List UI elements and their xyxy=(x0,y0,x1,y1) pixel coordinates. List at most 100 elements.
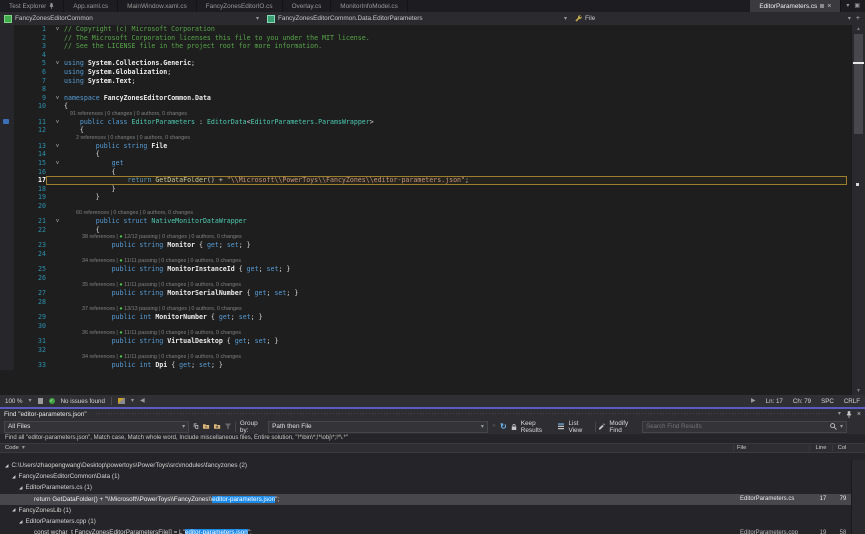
chevron-down-icon[interactable]: ▾ xyxy=(29,398,32,404)
codelens-line[interactable]: 60 references | 0 changes | 0 authors, 0… xyxy=(0,210,865,217)
glyph-margin[interactable] xyxy=(0,51,14,60)
tab-overlay-cs[interactable]: Overlay.cs xyxy=(283,0,332,12)
close-icon[interactable]: × xyxy=(827,3,831,10)
glyph-margin[interactable] xyxy=(0,25,14,34)
result-group-row[interactable]: ◢FancyZonesEditorCommon\Data (1) xyxy=(0,471,852,482)
keep-results-label[interactable]: Keep Results xyxy=(521,420,554,434)
code-line[interactable]: 24 xyxy=(0,250,865,259)
member-dropdown[interactable]: File xyxy=(571,12,689,25)
fold-chevron-icon[interactable]: v xyxy=(51,142,64,151)
code-editor[interactable]: 1v// Copyright (c) Microsoft Corporation… xyxy=(0,25,865,395)
glyph-margin[interactable] xyxy=(0,102,14,111)
glyph-margin[interactable] xyxy=(0,289,14,298)
scroll-down-icon[interactable]: ▼ xyxy=(852,388,865,394)
glyph-margin[interactable] xyxy=(0,34,14,43)
glyph-margin[interactable] xyxy=(0,176,14,185)
hscroll-left-icon[interactable]: ◀ xyxy=(140,398,145,404)
glyph-margin[interactable] xyxy=(0,193,14,202)
code-line[interactable]: 31 public string VirtualDesktop { get; s… xyxy=(0,337,865,346)
glyph-margin[interactable] xyxy=(0,77,14,86)
column-header-line[interactable]: Line xyxy=(809,445,832,451)
glyph-margin[interactable] xyxy=(0,185,14,194)
list-view-label[interactable]: List View xyxy=(568,420,590,434)
result-group-row[interactable]: ◢EditorParameters.cpp (1) xyxy=(0,516,852,527)
column-header-file[interactable]: File xyxy=(733,445,809,451)
result-match-row[interactable]: const wchar_t FancyZonesEditorParameters… xyxy=(0,527,852,534)
code-cleanup-icon[interactable] xyxy=(118,398,125,404)
expander-icon[interactable]: ◢ xyxy=(5,463,8,469)
codelens-line[interactable]: 36 references | ● 11/11 passing | 0 chan… xyxy=(0,330,865,337)
scope-dropdown[interactable]: All Files ▾ xyxy=(4,421,189,433)
glyph-margin[interactable] xyxy=(0,313,14,322)
chevron-down-icon[interactable]: ▾ xyxy=(846,3,849,9)
glyph-margin[interactable] xyxy=(0,306,14,313)
code-line[interactable]: 5vusing System.Collections.Generic; xyxy=(0,59,865,68)
zoom-level[interactable]: 100 % xyxy=(5,398,23,405)
code-line[interactable]: 29 public int MonitorNumber { get; set; … xyxy=(0,313,865,322)
code-line[interactable]: 30 xyxy=(0,322,865,331)
column-header-code[interactable]: Code ▾ xyxy=(0,445,733,451)
list-view-icon[interactable] xyxy=(558,423,565,430)
glyph-margin[interactable] xyxy=(0,85,14,94)
glyph-margin[interactable] xyxy=(0,346,14,355)
glyph-margin[interactable] xyxy=(0,265,14,274)
editor-scrollbar[interactable]: ▲ ▼ xyxy=(851,25,865,395)
glyph-margin[interactable] xyxy=(0,322,14,331)
fold-chevron-icon[interactable]: v xyxy=(51,25,64,34)
glyph-margin[interactable] xyxy=(0,210,14,217)
scroll-up-icon[interactable]: ▲ xyxy=(852,26,865,32)
code-line[interactable]: 7using System.Text; xyxy=(0,77,865,86)
glyph-margin[interactable] xyxy=(0,59,14,68)
issues-status[interactable]: No issues found xyxy=(61,398,105,405)
find-results-title-bar[interactable]: Find "editor-parameters.json" ▾ × xyxy=(0,409,865,419)
refresh-icon[interactable]: ↻ xyxy=(500,422,507,431)
results-scrollbar[interactable] xyxy=(851,460,865,534)
glyph-margin[interactable] xyxy=(0,274,14,283)
code-line[interactable]: 33 public int Dpi { get; set; } xyxy=(0,361,865,370)
code-line[interactable]: 8 xyxy=(0,85,865,94)
glyph-margin[interactable] xyxy=(0,142,14,151)
expander-icon[interactable]: ◢ xyxy=(12,507,15,513)
search-find-results-box[interactable]: ▾ xyxy=(642,421,847,433)
glyph-margin[interactable] xyxy=(0,361,14,370)
tab-app-xaml-cs[interactable]: App.xaml.cs xyxy=(64,0,118,12)
glyph-margin[interactable] xyxy=(0,241,14,250)
result-match-row[interactable]: return GetDataFolder() + "\\Microsoft\\P… xyxy=(0,494,852,505)
codelens-line[interactable]: 34 references | ● 11/11 passing | 0 chan… xyxy=(0,354,865,361)
close-icon[interactable]: × xyxy=(857,411,861,418)
code-line[interactable]: 16 { xyxy=(0,168,865,177)
code-line[interactable]: 15v get xyxy=(0,159,865,168)
glyph-margin[interactable] xyxy=(0,217,14,226)
glyph-margin[interactable] xyxy=(0,42,14,51)
codelens-line[interactable]: 35 references | ● 11/11 passing | 0 chan… xyxy=(0,282,865,289)
glyph-margin[interactable] xyxy=(0,258,14,265)
tab-test-explorer[interactable]: Test Explorer xyxy=(0,0,64,12)
glyph-margin[interactable] xyxy=(0,111,14,118)
expand-all-icon[interactable] xyxy=(214,423,221,430)
project-dropdown[interactable]: FancyZonesEditorCommon ▾ xyxy=(0,12,263,25)
hscroll-right-icon[interactable]: ▶ xyxy=(751,398,756,404)
glyph-margin[interactable] xyxy=(0,226,14,235)
code-line[interactable]: 23 public string Monitor { get; set; } xyxy=(0,241,865,250)
code-line[interactable]: 21v public struct NativeMonitorDataWrapp… xyxy=(0,217,865,226)
code-line[interactable]: 6using System.Globalization; xyxy=(0,68,865,77)
code-line[interactable]: 4 xyxy=(0,51,865,60)
result-group-row[interactable]: ◢EditorParameters.cs (1) xyxy=(0,482,852,493)
chevron-down-icon[interactable]: ▾ xyxy=(848,16,851,22)
glyph-margin[interactable] xyxy=(0,250,14,259)
fold-chevron-icon[interactable]: v xyxy=(51,217,64,226)
glyph-margin[interactable] xyxy=(0,202,14,211)
code-line[interactable]: 11v public class EditorParameters : Edit… xyxy=(0,118,865,127)
split-window-icon[interactable]: + xyxy=(856,15,860,22)
fold-chevron-icon[interactable]: v xyxy=(51,118,64,127)
chevron-down-icon[interactable]: ▾ xyxy=(131,398,134,404)
code-line[interactable]: 26 xyxy=(0,274,865,283)
glyph-margin[interactable] xyxy=(0,168,14,177)
glyph-margin[interactable] xyxy=(0,282,14,289)
glyph-margin[interactable] xyxy=(0,68,14,77)
code-line[interactable]: 18 } xyxy=(0,185,865,194)
expander-icon[interactable]: ◢ xyxy=(19,485,22,491)
result-group-row[interactable]: ◢C:\Users\zhaopengwang\Desktop\powertoys… xyxy=(0,460,852,471)
tab-monitorinfomodel-cs[interactable]: MonitorInfoModel.cs xyxy=(331,0,408,12)
code-line[interactable]: 12 { xyxy=(0,126,865,135)
